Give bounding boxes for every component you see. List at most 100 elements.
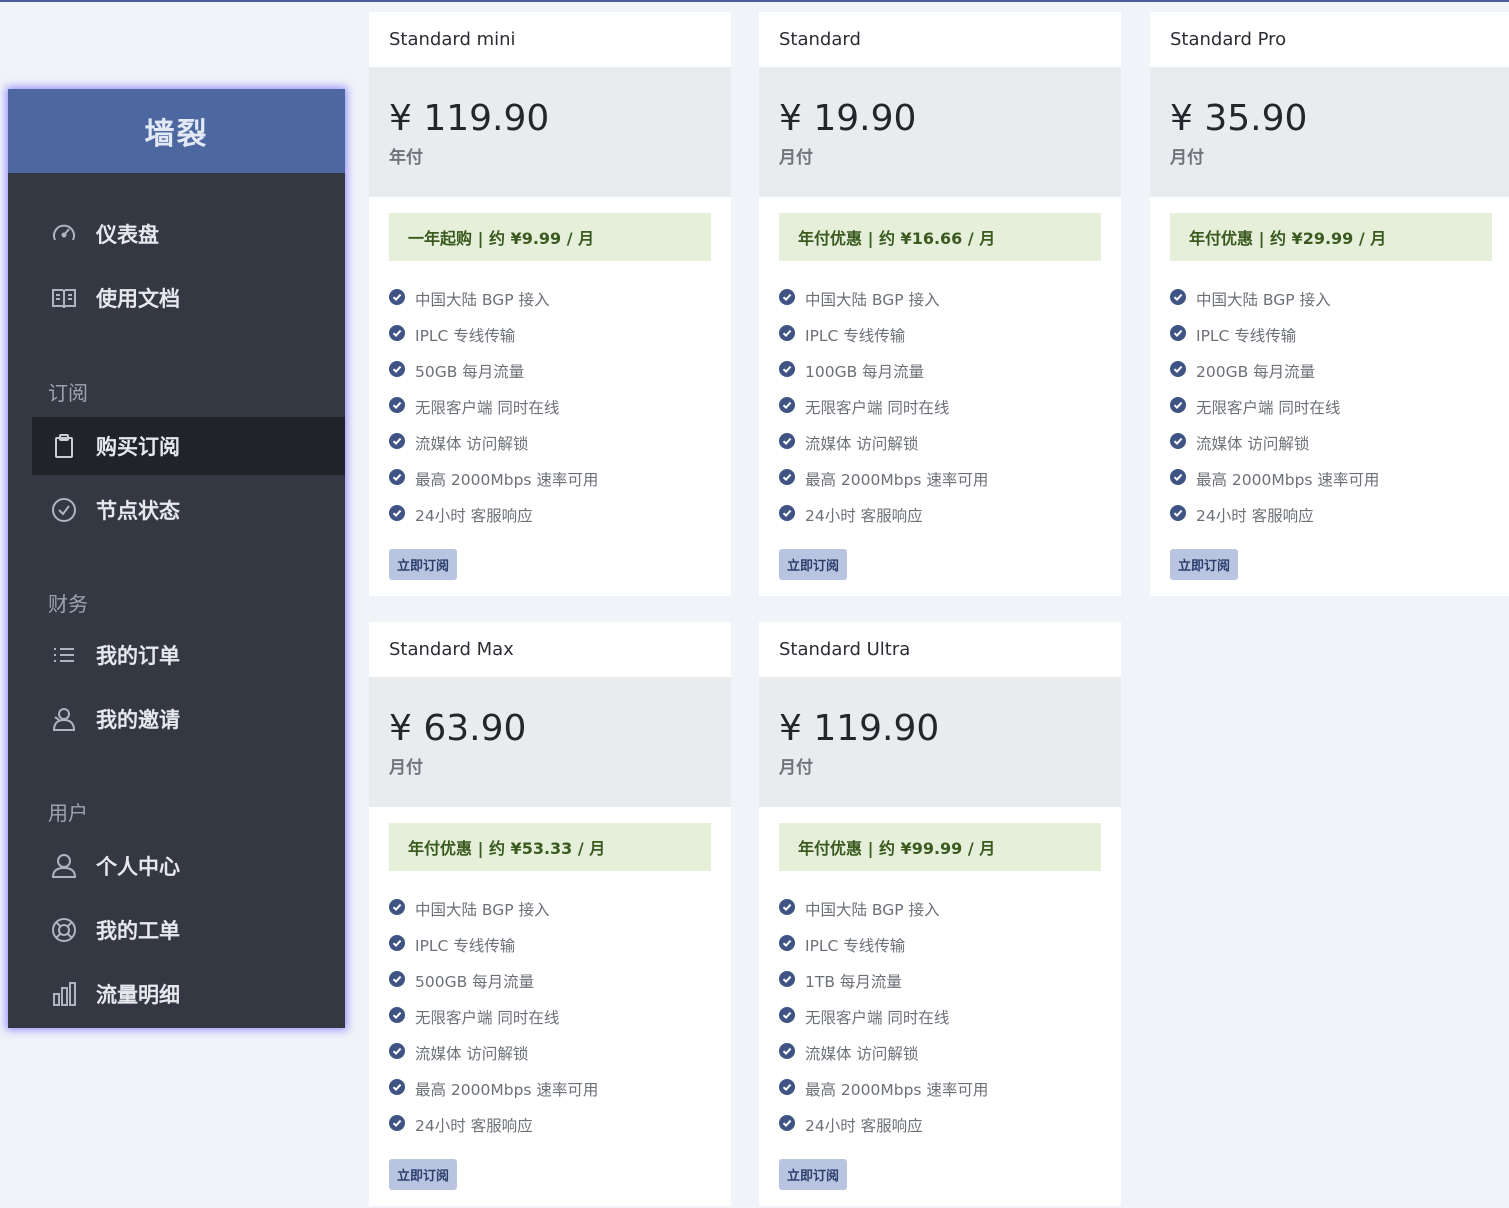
book-icon xyxy=(50,284,78,312)
feature-item: IPLC 专线传输 xyxy=(389,927,711,963)
sidebar-item-label: 个人中心 xyxy=(96,855,180,879)
feature-text: 流媒体 访问解锁 xyxy=(415,435,529,453)
plan-card: Standard ¥ 19.90 月付年付优惠 | 约 ¥16.66 / 月中国大陆… xyxy=(759,12,1121,596)
feature-item: 最高 2000Mbps 速率可用 xyxy=(1170,461,1492,497)
subscribe-button[interactable]: 立即订阅 xyxy=(389,1159,458,1190)
subscribe-button[interactable]: 立即订阅 xyxy=(389,549,458,580)
feature-text: 24小时 客服响应 xyxy=(1196,507,1314,525)
feature-item: 最高 2000Mbps 速率可用 xyxy=(779,461,1101,497)
feature-list: 中国大陆 BGP 接入 IPLC 专线传输 200GB 每月流量 无限客户端 同时在线… xyxy=(1170,281,1492,533)
sidebar-item-buy-subscription[interactable]: 购买订阅 xyxy=(32,417,345,475)
lifebuoy-icon xyxy=(50,916,78,944)
plan-name: Standard Pro xyxy=(1170,29,1287,50)
feature-item: IPLC 专线传输 xyxy=(389,317,711,353)
sidebar-item-invites[interactable]: 我的邀请 xyxy=(32,690,345,748)
feature-text: 200GB 每月流量 xyxy=(1196,363,1316,381)
check-circle-icon xyxy=(1170,325,1196,345)
feature-text: 流媒体 访问解锁 xyxy=(805,435,919,453)
feature-item: 500GB 每月流量 xyxy=(389,963,711,999)
brand-logo[interactable]: 墙裂 xyxy=(8,89,345,173)
feature-text: 最高 2000Mbps 速率可用 xyxy=(805,471,989,489)
plan-name: Standard mini xyxy=(389,29,516,50)
plan-body: 年付优惠 | 约 ¥29.99 / 月中国大陆 BGP 接入 IPLC 专线传输 2… xyxy=(1150,197,1509,596)
check-circle-icon xyxy=(779,505,805,525)
check-circle-icon xyxy=(389,971,415,991)
check-circle-icon xyxy=(1170,289,1196,309)
sidebar-item-label: 我的邀请 xyxy=(96,708,180,732)
plan-card: Standard Ultra ¥ 119.90 月付 年付优惠 | 约 ¥99.99 … xyxy=(759,622,1121,1206)
plan-price: ¥ 35.90 xyxy=(1170,98,1308,139)
bar-chart-icon xyxy=(50,980,78,1008)
billing-period: 月付 xyxy=(389,758,423,778)
feature-item: 无限客户端 同时在线 xyxy=(1170,389,1492,425)
check-circle-icon xyxy=(389,1043,415,1063)
feature-list: 中国大陆 BGP 接入 IPLC 专线传输 100GB 每月流量 无限客户端 同时在线… xyxy=(779,281,1101,533)
price-block: ¥ 19.90 月付 xyxy=(759,67,1121,197)
promo-banner: 年付优惠 | 约 ¥29.99 / 月 xyxy=(1170,213,1492,261)
subscribe-button[interactable]: 立即订阅 xyxy=(779,1159,848,1190)
price-block: ¥ 119.90 年付 xyxy=(369,67,731,197)
promo-banner: 年付优惠 | 约 ¥16.66 / 月 xyxy=(779,213,1101,261)
users-icon xyxy=(50,705,78,733)
top-accent-line xyxy=(0,0,1509,2)
feature-text: IPLC 专线传输 xyxy=(415,327,516,345)
sidebar-item-docs[interactable]: 使用文档 xyxy=(32,269,345,327)
feature-item: 24小时 客服响应 xyxy=(1170,497,1492,533)
check-circle-icon xyxy=(389,325,415,345)
subscribe-button[interactable]: 立即订阅 xyxy=(779,549,848,580)
feature-item: 最高 2000Mbps 速率可用 xyxy=(389,1071,711,1107)
sidebar-item-orders[interactable]: 我的订单 xyxy=(32,626,345,684)
sidebar-item-profile[interactable]: 个人中心 xyxy=(32,837,345,895)
promo-banner: 年付优惠 | 约 ¥53.33 / 月 xyxy=(389,823,711,871)
feature-item: 200GB 每月流量 xyxy=(1170,353,1492,389)
feature-text: 中国大陆 BGP 接入 xyxy=(805,901,940,919)
plan-price: ¥ 119.90 xyxy=(779,708,940,749)
plan-body: 年付优惠 | 约 ¥16.66 / 月中国大陆 BGP 接入 IPLC 专线传输 1… xyxy=(759,197,1121,596)
feature-text: 24小时 客服响应 xyxy=(805,507,923,525)
sidebar: 墙裂 仪表盘 使用文档 订阅 购买订阅 节点状态 财务 我的订单 我的邀请 用户… xyxy=(8,89,345,1028)
feature-text: 中国大陆 BGP 接入 xyxy=(805,291,940,309)
feature-text: IPLC 专线传输 xyxy=(1196,327,1297,345)
plan-card: Standard Max ¥ 63.90 月付 年付优惠 | 约 ¥53.33 / 月… xyxy=(369,622,731,1206)
check-circle-icon xyxy=(389,899,415,919)
subscribe-button[interactable]: 立即订阅 xyxy=(1170,549,1239,580)
section-title-finance: 财务 xyxy=(48,592,88,616)
sidebar-item-tickets[interactable]: 我的工单 xyxy=(32,901,345,959)
feature-item: IPLC 专线传输 xyxy=(1170,317,1492,353)
feature-item: 中国大陆 BGP 接入 xyxy=(779,281,1101,317)
feature-text: 无限客户端 同时在线 xyxy=(805,1009,950,1027)
sidebar-item-traffic[interactable]: 流量明细 xyxy=(32,965,345,1023)
feature-item: 24小时 客服响应 xyxy=(389,1107,711,1143)
sidebar-item-dashboard[interactable]: 仪表盘 xyxy=(32,205,345,263)
list-icon xyxy=(50,641,78,669)
price-block: ¥ 35.90 月付 xyxy=(1150,67,1509,197)
check-circle-icon xyxy=(389,1079,415,1099)
check-circle-icon xyxy=(1170,361,1196,381)
sidebar-item-node-status[interactable]: 节点状态 xyxy=(32,481,345,539)
feature-item: 流媒体 访问解锁 xyxy=(389,425,711,461)
check-circle-icon xyxy=(389,935,415,955)
check-circle-icon xyxy=(779,361,805,381)
plan-name: Standard xyxy=(779,29,861,50)
billing-period: 年付 xyxy=(389,148,423,168)
promo-banner: 年付优惠 | 约 ¥99.99 / 月 xyxy=(779,823,1101,871)
check-circle-icon xyxy=(779,325,805,345)
feature-item: 24小时 客服响应 xyxy=(389,497,711,533)
feature-item: 中国大陆 BGP 接入 xyxy=(389,891,711,927)
feature-item: 无限客户端 同时在线 xyxy=(779,389,1101,425)
feature-item: 100GB 每月流量 xyxy=(779,353,1101,389)
feature-text: 流媒体 访问解锁 xyxy=(1196,435,1310,453)
check-circle-icon xyxy=(779,899,805,919)
check-circle-icon xyxy=(779,971,805,991)
sidebar-item-label: 使用文档 xyxy=(96,287,180,311)
promo-banner: 一年起购 | 约 ¥9.99 / 月 xyxy=(389,213,711,261)
feature-list: 中国大陆 BGP 接入 IPLC 专线传输 1TB 每月流量 无限客户端 同时在线 流媒… xyxy=(779,891,1101,1143)
section-title-subscription: 订阅 xyxy=(48,381,88,405)
feature-text: IPLC 专线传输 xyxy=(415,937,516,955)
plan-price: ¥ 119.90 xyxy=(389,98,550,139)
check-circle-icon xyxy=(389,505,415,525)
feature-item: 流媒体 访问解锁 xyxy=(1170,425,1492,461)
sidebar-item-label: 流量明细 xyxy=(96,983,180,1007)
feature-item: 最高 2000Mbps 速率可用 xyxy=(779,1071,1101,1107)
section-title-user: 用户 xyxy=(48,801,88,825)
